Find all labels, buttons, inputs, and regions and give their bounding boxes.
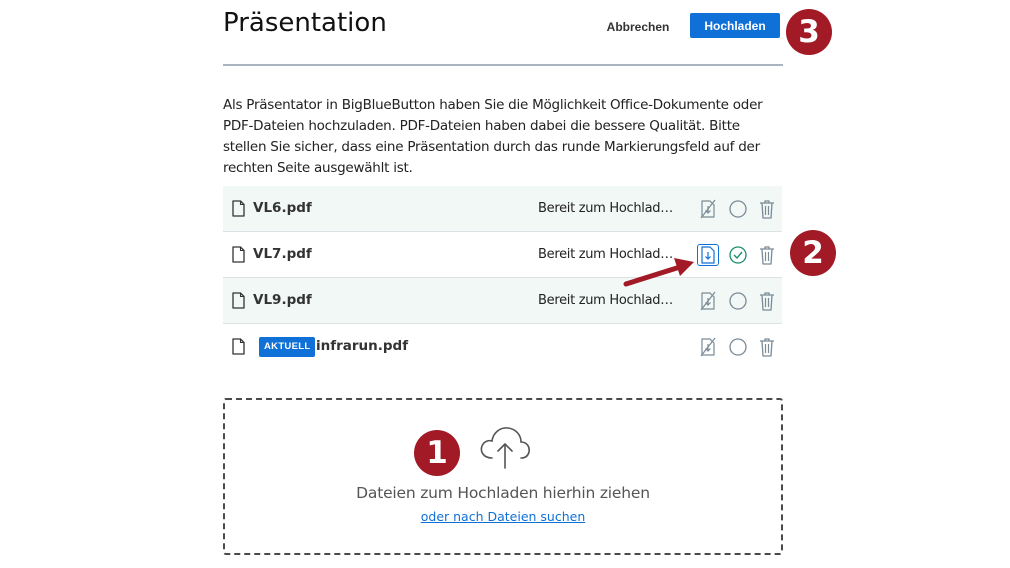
intro-text: Als Präsentator in BigBlueButton haben S…	[223, 97, 763, 176]
document-icon	[232, 338, 245, 355]
download-document-icon	[700, 199, 716, 219]
file-name: VL7.pdf	[253, 246, 312, 262]
download-document-icon	[700, 337, 716, 357]
file-row-current: AKTUELL infrarun.pdf	[223, 324, 782, 370]
browse-files-link[interactable]: oder nach Dateien suchen	[225, 509, 781, 524]
select-radio[interactable]	[727, 198, 749, 220]
annotation-arrow-icon	[623, 258, 694, 287]
annotation-badge-2: 2	[790, 230, 836, 276]
delete-button[interactable]	[756, 244, 778, 266]
download-toggle[interactable]	[697, 336, 719, 358]
header-divider	[223, 64, 783, 66]
dropzone-text: Dateien zum Hochladen hierhin ziehen	[356, 484, 650, 502]
select-radio[interactable]	[727, 336, 749, 358]
select-radio[interactable]	[727, 244, 749, 266]
delete-button[interactable]	[756, 290, 778, 312]
trash-icon	[760, 292, 774, 311]
upload-button[interactable]: Hochladen	[690, 13, 780, 38]
file-status: Bereit zum Hochladen...	[538, 293, 680, 308]
annotation-badge-3: 3	[786, 9, 832, 55]
radio-icon	[729, 200, 747, 218]
delete-button[interactable]	[756, 198, 778, 220]
file-dropzone[interactable]: Dateien zum Hochladen hierhin ziehen ode…	[223, 398, 783, 555]
file-name: VL6.pdf	[253, 200, 312, 216]
document-icon	[232, 200, 245, 217]
current-badge: AKTUELL	[259, 337, 316, 357]
trash-icon	[760, 200, 774, 219]
download-document-icon	[701, 246, 715, 264]
radio-icon	[729, 338, 747, 356]
annotation-badge-1: 1	[414, 430, 460, 476]
file-row: VL6.pdf Bereit zum Hochladen...	[223, 186, 782, 232]
select-radio[interactable]	[727, 290, 749, 312]
cancel-button[interactable]: Abbrechen	[598, 14, 678, 40]
radio-check-icon	[729, 246, 747, 264]
download-toggle[interactable]	[697, 198, 719, 220]
file-name: VL9.pdf	[253, 292, 312, 308]
radio-icon	[729, 292, 747, 310]
trash-icon	[760, 246, 774, 265]
delete-button[interactable]	[756, 336, 778, 358]
trash-icon	[760, 338, 774, 357]
page-title: Präsentation	[223, 8, 387, 38]
download-toggle[interactable]	[697, 290, 719, 312]
download-document-icon	[700, 291, 716, 311]
file-status: Bereit zum Hochladen...	[538, 201, 680, 216]
file-name: infrarun.pdf	[316, 338, 409, 354]
download-toggle[interactable]	[697, 244, 719, 266]
document-icon	[232, 292, 245, 309]
cloud-upload-icon	[480, 427, 530, 469]
document-icon	[232, 246, 245, 263]
